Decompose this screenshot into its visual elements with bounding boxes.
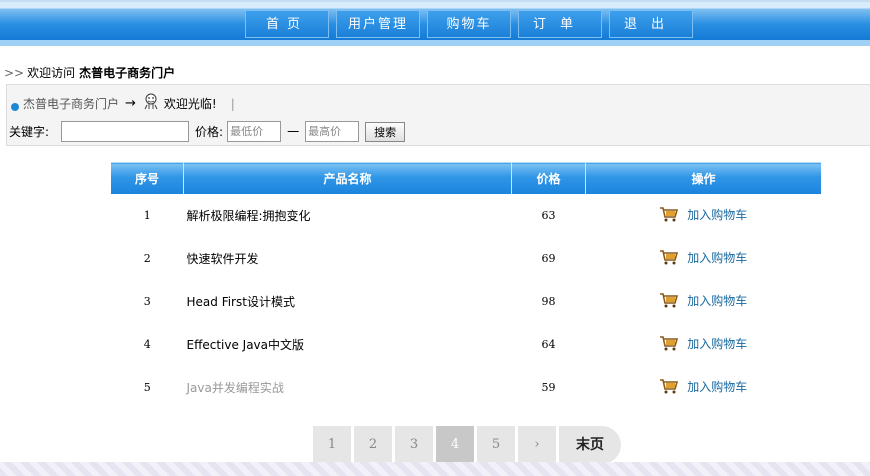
add-to-cart-label: 加入购物车 (687, 336, 748, 351)
add-to-cart-link[interactable]: 加入购物车 (659, 292, 747, 309)
page-1-button[interactable]: 1 (313, 426, 351, 464)
row-action-cell: 加入购物车 (586, 194, 822, 237)
row-action-cell: 加入购物车 (586, 323, 822, 366)
separator: | (230, 96, 235, 111)
max-price-input[interactable] (305, 121, 360, 142)
row-product-name: Head First设计模式 (186, 295, 295, 309)
nav-home[interactable]: 首页 (245, 10, 329, 38)
table-row: 4 Effective Java中文版 64 加入购物车 (111, 323, 821, 366)
row-index: 1 (143, 209, 151, 222)
table-row: 2 快速软件开发 69 加入购物车 (111, 237, 821, 280)
page-2-button[interactable]: 2 (354, 426, 392, 464)
header-index: 序号 (111, 162, 184, 194)
row-price: 64 (541, 338, 556, 351)
add-to-cart-link[interactable]: 加入购物车 (659, 249, 747, 266)
greeting-text: 欢迎光临! (163, 97, 217, 111)
row-index: 3 (143, 295, 151, 308)
header-price: 价格 (511, 162, 586, 194)
add-to-cart-label: 加入购物车 (687, 379, 748, 394)
search-panel: 杰普电子商务门户 → 欢迎光临! | 关键字: 价格: 一 搜索 (6, 84, 870, 146)
bullet-icon (11, 102, 19, 111)
breadcrumb: 杰普电子商务门户 → 欢迎光临! | (11, 93, 235, 112)
footer-pattern (0, 462, 870, 476)
arrow-right-icon: → (125, 96, 136, 111)
row-price: 63 (541, 209, 556, 222)
last-page-button[interactable]: 末页 (559, 426, 621, 464)
nav-underline (0, 40, 870, 46)
row-price: 98 (541, 295, 556, 308)
row-product-name: 解析极限编程:拥抱变化 (186, 209, 311, 223)
product-table: 序号 产品名称 价格 操作 1 解析极限编程:拥抱变化 63 加入购物车 2 快… (111, 162, 821, 409)
price-label: 价格: (195, 125, 224, 139)
welcome-prefix: 欢迎访问 (27, 66, 76, 80)
page-4-button[interactable]: 4 (436, 426, 474, 464)
row-product-name: 快速软件开发 (186, 252, 259, 266)
page-5-button[interactable]: 5 (477, 426, 515, 464)
breadcrumb-site[interactable]: 杰普电子商务门户 (23, 95, 119, 112)
row-price: 59 (541, 381, 556, 394)
nav-orders[interactable]: 订单 (518, 10, 602, 38)
add-to-cart-link[interactable]: 加入购物车 (659, 335, 747, 352)
header-product-name: 产品名称 (183, 162, 512, 194)
search-button[interactable]: 搜索 (365, 121, 406, 142)
row-product-name: Java并发编程实战 (186, 381, 284, 395)
add-to-cart-link[interactable]: 加入购物车 (659, 206, 747, 223)
shopping-cart-icon (660, 336, 679, 351)
nav-logout[interactable]: 退出 (609, 10, 693, 38)
double-chevron-icon: >> (4, 66, 25, 80)
page-3-button[interactable]: 3 (395, 426, 433, 464)
keyword-input[interactable] (61, 121, 190, 142)
welcome-line: >> 欢迎访问 杰普电子商务门户 (4, 64, 175, 81)
row-index: 4 (143, 338, 151, 351)
add-to-cart-link[interactable]: 加入购物车 (659, 378, 747, 395)
add-to-cart-label: 加入购物车 (687, 250, 748, 265)
nav-menu: 首页 用户管理 购物车 订单 退出 (245, 10, 700, 38)
next-page-button[interactable]: › (518, 426, 556, 464)
row-product-name: Effective Java中文版 (186, 338, 305, 352)
table-row: 5 Java并发编程实战 59 加入购物车 (111, 366, 821, 409)
mascot-icon (144, 93, 158, 109)
shopping-cart-icon (660, 250, 679, 265)
add-to-cart-label: 加入购物车 (687, 207, 748, 222)
row-price: 69 (541, 252, 556, 265)
nav-top-line (0, 0, 870, 2)
shopping-cart-icon (660, 379, 679, 394)
pagination: 1 2 3 4 5 › 末页 (313, 426, 621, 464)
welcome-site-name: 杰普电子商务门户 (79, 66, 176, 80)
row-action-cell: 加入购物车 (586, 237, 822, 280)
range-dash: 一 (287, 125, 300, 139)
header-action: 操作 (585, 162, 821, 194)
shopping-cart-icon (660, 293, 679, 308)
keyword-label: 关键字: (9, 125, 50, 139)
table-header-row: 序号 产品名称 价格 操作 (111, 162, 821, 194)
top-nav: 首页 用户管理 购物车 订单 退出 (0, 0, 870, 46)
row-index: 5 (143, 381, 151, 394)
min-price-input[interactable] (227, 121, 282, 142)
row-index: 2 (143, 252, 151, 265)
search-form: 关键字: 价格: 一 搜索 (9, 121, 406, 142)
add-to-cart-label: 加入购物车 (687, 293, 748, 308)
table-row: 1 解析极限编程:拥抱变化 63 加入购物车 (111, 194, 821, 237)
nav-user-management[interactable]: 用户管理 (336, 10, 420, 38)
table-row: 3 Head First设计模式 98 加入购物车 (111, 280, 821, 323)
row-action-cell: 加入购物车 (586, 280, 822, 323)
row-action-cell: 加入购物车 (586, 366, 822, 409)
nav-cart[interactable]: 购物车 (427, 10, 511, 38)
shopping-cart-icon (660, 207, 679, 222)
